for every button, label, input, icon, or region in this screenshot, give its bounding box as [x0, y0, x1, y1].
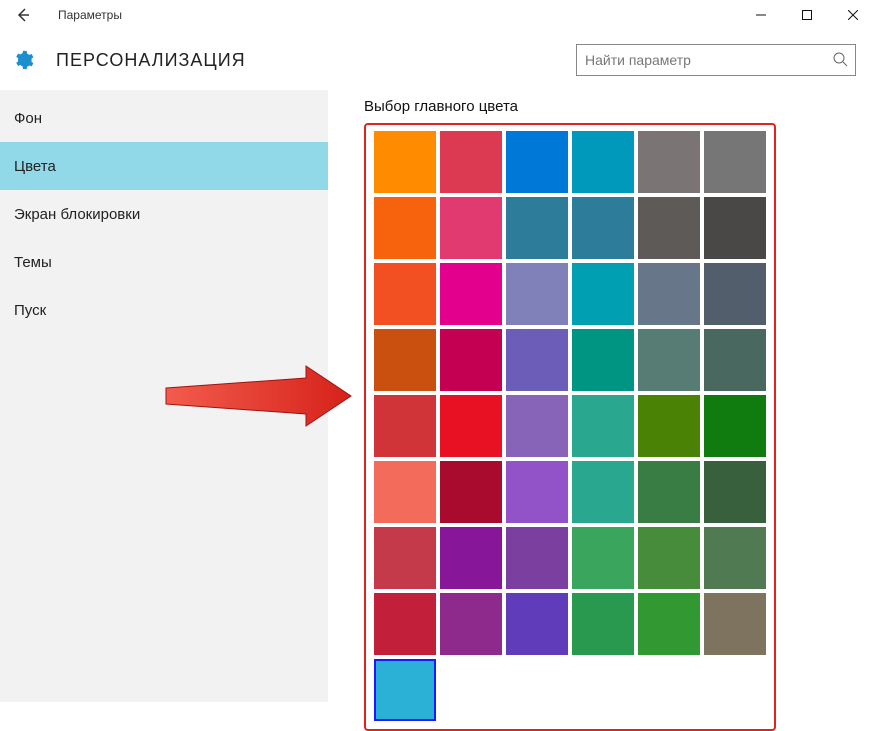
color-swatch[interactable] [506, 461, 568, 523]
color-swatch[interactable] [374, 461, 436, 523]
gear-icon [12, 49, 34, 71]
color-swatch[interactable] [440, 131, 502, 193]
color-swatch[interactable] [704, 395, 766, 457]
color-swatch[interactable] [704, 197, 766, 259]
color-swatch[interactable] [374, 329, 436, 391]
color-swatch[interactable] [572, 395, 634, 457]
color-swatch[interactable] [506, 131, 568, 193]
color-swatch[interactable] [440, 395, 502, 457]
sidebar-item-label: Экран блокировки [14, 206, 140, 223]
color-swatch[interactable] [374, 527, 436, 589]
color-swatch[interactable] [374, 197, 436, 259]
color-swatch[interactable] [440, 329, 502, 391]
color-swatch[interactable] [506, 527, 568, 589]
minimize-button[interactable] [738, 0, 784, 30]
sidebar-item[interactable]: Темы [0, 238, 328, 286]
color-swatch[interactable] [440, 263, 502, 325]
main-heading: Выбор главного цвета [364, 98, 876, 115]
color-swatch[interactable] [572, 329, 634, 391]
color-swatch[interactable] [704, 593, 766, 655]
sidebar-item-label: Темы [14, 254, 52, 271]
color-swatch[interactable] [506, 593, 568, 655]
color-swatch[interactable] [374, 395, 436, 457]
palette-frame [364, 123, 776, 731]
main-content: Выбор главного цвета [328, 90, 876, 702]
body: Фон Цвета Экран блокировки Темы Пуск Выбор г… [0, 90, 876, 702]
search-input[interactable] [576, 44, 856, 76]
color-swatch[interactable] [374, 593, 436, 655]
color-swatch[interactable] [572, 131, 634, 193]
color-swatch[interactable] [704, 329, 766, 391]
color-swatch[interactable] [704, 263, 766, 325]
back-button[interactable] [8, 0, 38, 30]
header: ПЕРСОНАЛИЗАЦИЯ [0, 30, 876, 90]
color-swatch[interactable] [506, 197, 568, 259]
search-icon [832, 51, 848, 70]
close-icon [848, 10, 858, 20]
color-swatch[interactable] [374, 131, 436, 193]
color-swatch[interactable] [638, 593, 700, 655]
maximize-button[interactable] [784, 0, 830, 30]
sidebar-item[interactable]: Цвета [0, 142, 328, 190]
window-controls [738, 0, 876, 30]
sidebar-item-label: Цвета [14, 158, 56, 175]
color-swatch[interactable] [440, 197, 502, 259]
color-swatch[interactable] [374, 263, 436, 325]
color-palette [374, 131, 768, 721]
sidebar-item[interactable]: Пуск [0, 286, 328, 334]
color-swatch[interactable] [638, 329, 700, 391]
color-swatch[interactable] [572, 263, 634, 325]
color-swatch[interactable] [440, 527, 502, 589]
sidebar-item[interactable]: Экран блокировки [0, 190, 328, 238]
color-swatch[interactable] [440, 461, 502, 523]
color-swatch[interactable] [506, 263, 568, 325]
color-swatch[interactable] [506, 395, 568, 457]
color-swatch[interactable] [704, 527, 766, 589]
color-swatch[interactable] [704, 461, 766, 523]
color-swatch[interactable] [638, 197, 700, 259]
color-swatch[interactable] [374, 659, 436, 721]
maximize-icon [802, 10, 812, 20]
color-swatch[interactable] [704, 131, 766, 193]
color-swatch[interactable] [638, 263, 700, 325]
search-wrap [576, 44, 856, 76]
color-swatch[interactable] [572, 527, 634, 589]
sidebar-item-label: Пуск [14, 302, 46, 319]
color-swatch[interactable] [638, 395, 700, 457]
sidebar-item-label: Фон [14, 110, 42, 127]
color-swatch[interactable] [638, 131, 700, 193]
window-title: Параметры [58, 8, 122, 22]
color-swatch[interactable] [638, 461, 700, 523]
section-title: ПЕРСОНАЛИЗАЦИЯ [56, 50, 246, 71]
sidebar-item[interactable]: Фон [0, 94, 328, 142]
color-swatch[interactable] [572, 197, 634, 259]
minimize-icon [756, 10, 766, 20]
sidebar: Фон Цвета Экран блокировки Темы Пуск [0, 90, 328, 702]
color-swatch[interactable] [572, 461, 634, 523]
titlebar: Параметры [0, 0, 876, 30]
color-swatch[interactable] [638, 527, 700, 589]
close-button[interactable] [830, 0, 876, 30]
color-swatch[interactable] [506, 329, 568, 391]
color-swatch[interactable] [572, 593, 634, 655]
back-arrow-icon [15, 7, 31, 23]
color-swatch[interactable] [440, 593, 502, 655]
